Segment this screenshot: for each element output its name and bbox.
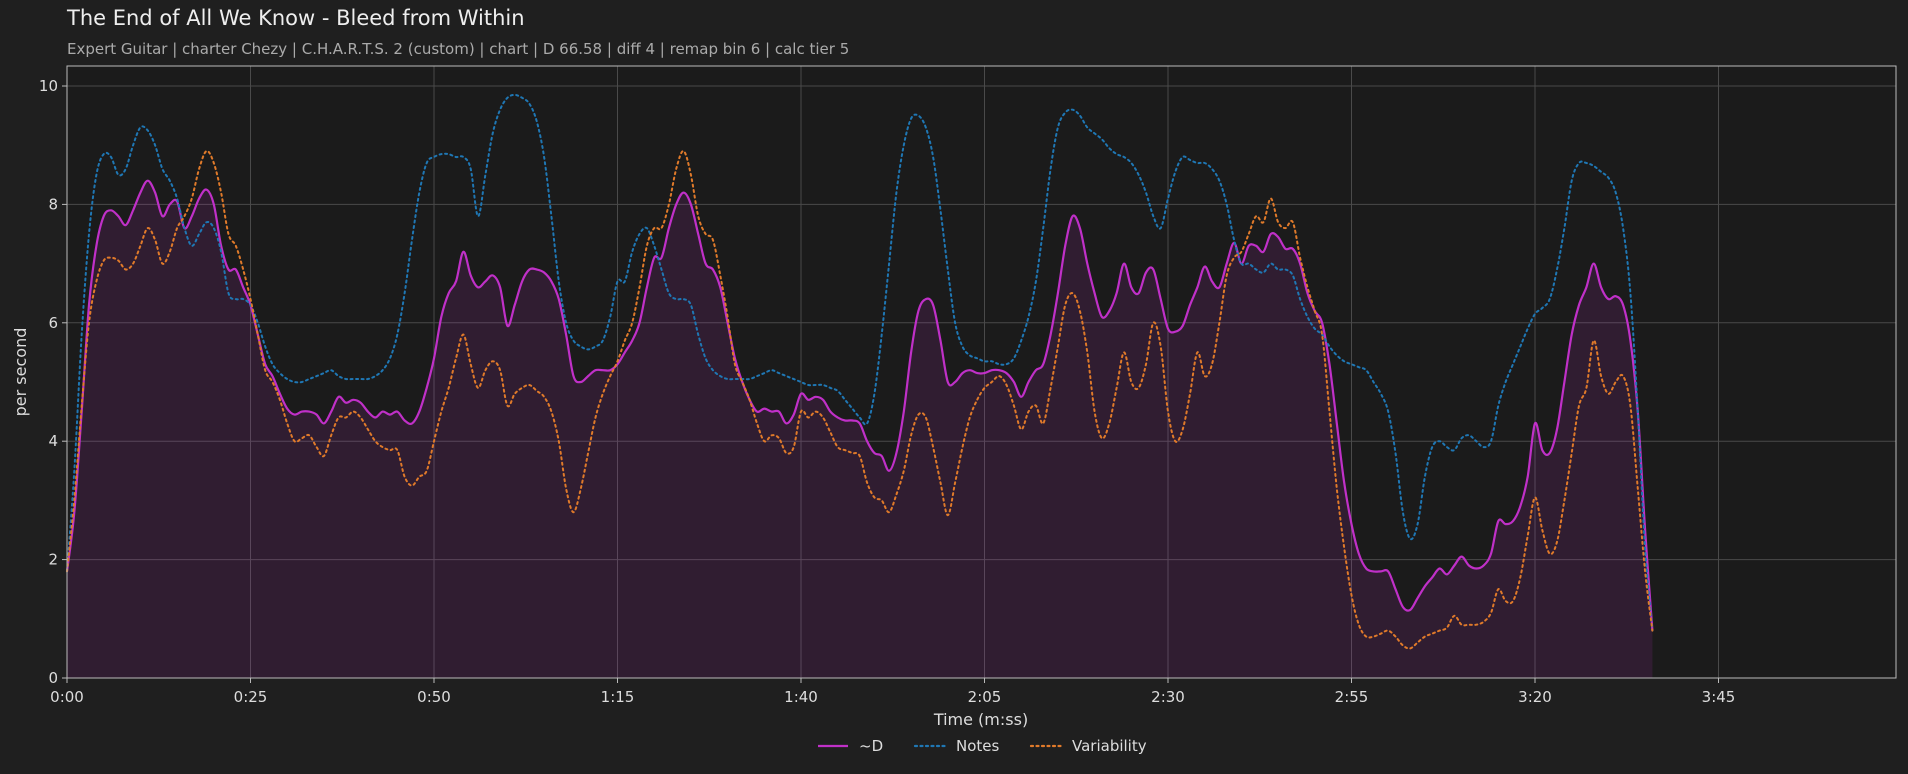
- y-axis-label: per second: [11, 328, 30, 417]
- x-tick-label: 1:40: [784, 688, 818, 706]
- x-tick-label: 1:15: [601, 688, 635, 706]
- x-tick-label: 2:30: [1151, 688, 1185, 706]
- x-tick-label: 0:25: [234, 688, 268, 706]
- legend: ~D Notes Variability: [818, 737, 1147, 755]
- y-tick-label: 4: [48, 432, 58, 450]
- x-tick-label: 3:20: [1518, 688, 1552, 706]
- x-axis-label: Time (m:ss): [933, 710, 1028, 729]
- y-tick-label: 10: [39, 77, 58, 95]
- legend-label-variability: Variability: [1072, 737, 1147, 755]
- legend-label-d: ~D: [859, 737, 883, 755]
- y-tick-label: 0: [48, 669, 58, 687]
- y-tick-label: 2: [48, 551, 58, 569]
- x-tick-label: 0:50: [417, 688, 451, 706]
- y-tick-label: 8: [48, 195, 58, 213]
- chart: 0:00 0:25 0:50 1:15 1:40 2:05 2:30 2:55 3:20 3:45…: [11, 65, 1897, 755]
- y-tick-label: 6: [48, 314, 58, 332]
- x-tick-label: 0:00: [50, 688, 84, 706]
- x-tick-label: 2:55: [1335, 688, 1369, 706]
- x-tick-label: 2:05: [968, 688, 1002, 706]
- x-tick-label: 3:45: [1702, 688, 1736, 706]
- legend-label-notes: Notes: [956, 737, 1000, 755]
